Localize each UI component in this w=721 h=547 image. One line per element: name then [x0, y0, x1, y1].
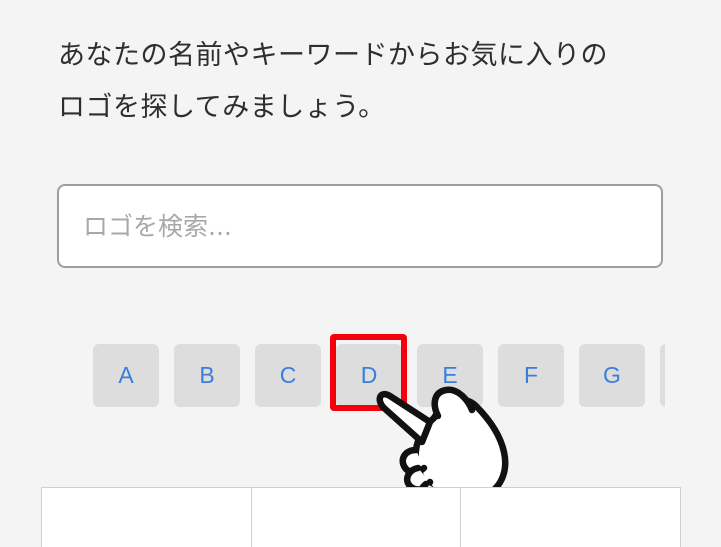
intro-line-1: あなたの名前やキーワードからお気に入りの — [58, 40, 608, 71]
letter-button-g[interactable]: G — [579, 344, 645, 407]
intro-line-2: ロゴを探してみましょう。 — [58, 92, 386, 123]
letter-button-c[interactable]: C — [255, 344, 321, 407]
intro-text: あなたの名前やキーワードからお気に入りの ロゴを探してみましょう。 — [58, 30, 678, 134]
letter-button-d[interactable]: D — [336, 344, 402, 407]
letter-button-f[interactable]: F — [498, 344, 564, 407]
letter-button-a[interactable]: A — [93, 344, 159, 407]
letter-button-e[interactable]: E — [417, 344, 483, 407]
logo-grid — [41, 487, 681, 547]
grid-cell[interactable] — [42, 488, 252, 547]
letter-button-h[interactable]: H — [660, 344, 665, 407]
search-box[interactable] — [57, 184, 663, 268]
alphabet-filter: A B C D E F G H — [93, 344, 665, 407]
letter-button-b[interactable]: B — [174, 344, 240, 407]
grid-cell[interactable] — [252, 488, 461, 547]
search-input[interactable] — [59, 186, 661, 266]
